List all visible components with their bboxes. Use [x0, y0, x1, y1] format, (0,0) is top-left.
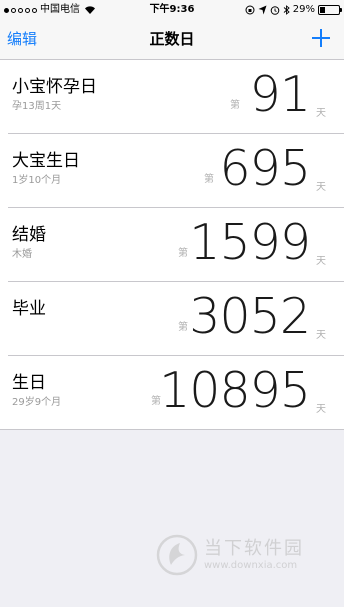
page-title: 正数日 — [149, 30, 195, 48]
watermark-text: 当下软件园 www.downxia.com — [204, 538, 304, 572]
rotation-lock-icon — [245, 5, 255, 15]
list-item[interactable]: 大宝生日 1岁10个月 第 695 天 — [8, 134, 344, 208]
day-count: 91 — [249, 66, 311, 123]
event-list: 小宝怀孕日 孕13周1天 第 91 天 大宝生日 1岁10个月 第 695 天 … — [0, 60, 344, 430]
event-title: 小宝怀孕日 — [12, 77, 97, 97]
list-item[interactable]: 毕业 第 3052 天 — [8, 282, 344, 356]
watermark: 当下软件园 www.downxia.com — [156, 534, 304, 576]
day-prefix: 第 — [178, 248, 188, 259]
day-count: 10895 — [159, 362, 311, 419]
battery-icon — [318, 5, 342, 15]
day-count: 695 — [219, 140, 311, 197]
alarm-icon — [270, 6, 280, 15]
status-bar: 中国电信 下午9:36 29% — [0, 0, 344, 20]
status-right: 29% — [245, 4, 342, 16]
bluetooth-icon — [283, 5, 290, 15]
day-suffix: 天 — [316, 404, 326, 415]
event-subtitle: 1岁10个月 — [12, 175, 62, 186]
day-count: 3052 — [189, 288, 311, 345]
day-suffix: 天 — [316, 330, 326, 341]
day-prefix: 第 — [230, 100, 240, 111]
day-suffix: 天 — [316, 256, 326, 267]
battery-percent: 29% — [292, 4, 315, 15]
plus-icon[interactable] — [312, 29, 330, 47]
event-title: 大宝生日 — [12, 151, 80, 171]
event-title: 毕业 — [12, 299, 46, 319]
watermark-logo — [156, 534, 198, 576]
navigation-bar: 编辑 正数日 — [0, 20, 344, 60]
day-prefix: 第 — [178, 322, 188, 333]
day-suffix: 天 — [316, 182, 326, 193]
watermark-name: 当下软件园 — [204, 538, 304, 559]
event-subtitle: 孕13周1天 — [12, 101, 62, 112]
list-item[interactable]: 结婚 木婚 第 1599 天 — [8, 208, 344, 282]
location-icon — [258, 5, 267, 15]
day-prefix: 第 — [204, 174, 214, 185]
event-title: 结婚 — [12, 225, 46, 245]
watermark-url: www.downxia.com — [204, 560, 298, 571]
event-subtitle: 木婚 — [12, 249, 32, 260]
day-count: 1599 — [189, 214, 311, 271]
list-item[interactable]: 小宝怀孕日 孕13周1天 第 91 天 — [8, 60, 344, 134]
day-suffix: 天 — [316, 108, 326, 119]
battery-fill — [320, 7, 326, 13]
event-subtitle: 29岁9个月 — [12, 397, 62, 408]
event-title: 生日 — [12, 373, 46, 393]
list-item[interactable]: 生日 29岁9个月 第 10895 天 — [8, 356, 344, 429]
